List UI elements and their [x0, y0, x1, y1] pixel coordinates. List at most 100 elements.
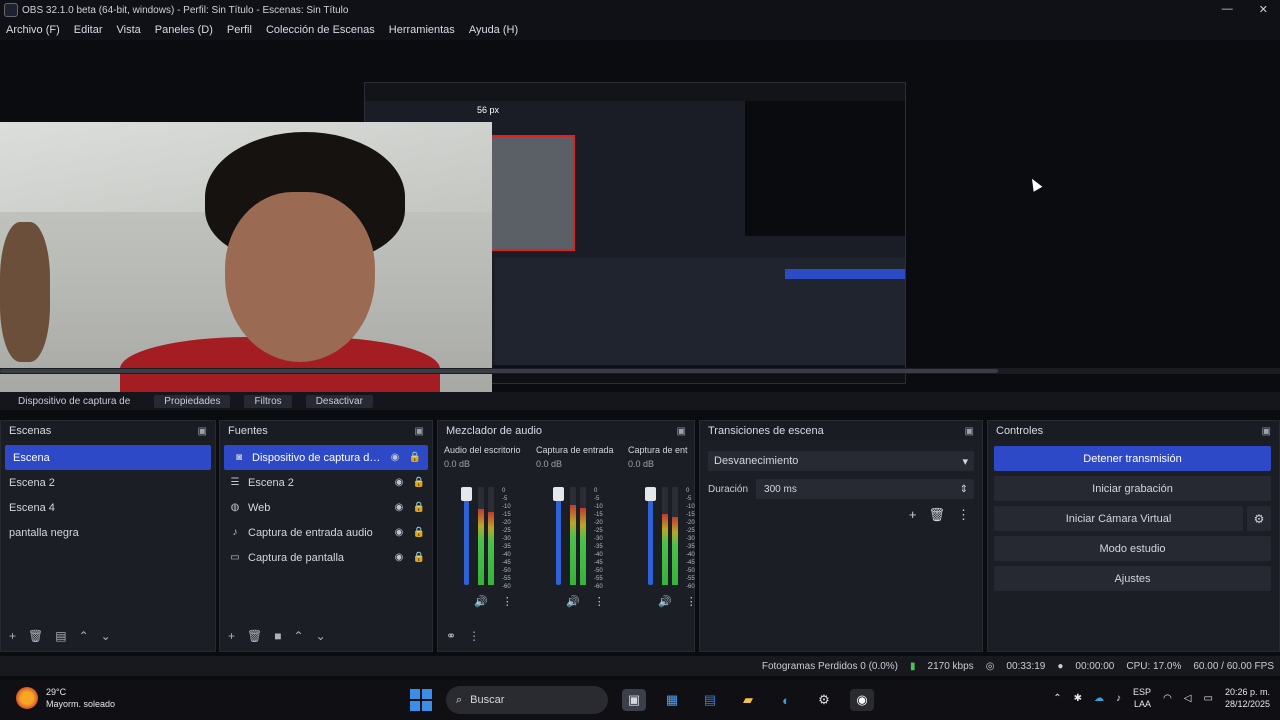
- battery-icon[interactable]: ▭: [1204, 693, 1213, 704]
- weather-widget[interactable]: 29°C Mayorm. soleado: [16, 686, 115, 710]
- source-item[interactable]: ☰ Escena 2 ◉ 🔒: [220, 470, 432, 495]
- more-icon[interactable]: ⋮: [594, 595, 605, 608]
- eye-icon[interactable]: ◉: [388, 452, 402, 463]
- bluetooth-icon[interactable]: ✱: [1074, 693, 1082, 704]
- settings-app-icon[interactable]: ⚙: [812, 689, 836, 711]
- source-item[interactable]: ▭ Captura de pantalla ◉ 🔒: [220, 545, 432, 570]
- scene-item[interactable]: Escena 4: [1, 495, 215, 520]
- task-view-icon[interactable]: ▣: [622, 689, 646, 711]
- scene-item[interactable]: Escena 2: [1, 470, 215, 495]
- clock[interactable]: 20:26 p. m. 28/12/2025: [1225, 686, 1270, 710]
- edge-icon[interactable]: ◐: [774, 689, 798, 711]
- chevron-up-icon[interactable]: ⌃: [1053, 693, 1061, 704]
- volume-icon[interactable]: ◁: [1184, 693, 1192, 704]
- cloud-icon[interactable]: ☁: [1094, 693, 1104, 704]
- preview-scrollbar[interactable]: [0, 368, 1280, 374]
- stop-streaming-button[interactable]: Detener transmisión: [994, 446, 1271, 471]
- more-icon[interactable]: ⋮: [686, 595, 697, 608]
- lock-icon[interactable]: 🔒: [412, 502, 426, 513]
- speaker-icon[interactable]: 🔊: [474, 595, 488, 608]
- wifi-icon[interactable]: ◠: [1163, 693, 1172, 704]
- properties-icon[interactable]: ■: [274, 629, 281, 643]
- trash-icon[interactable]: 🗑: [247, 629, 262, 643]
- volume-slider-handle[interactable]: [645, 487, 656, 501]
- deactivate-button[interactable]: Desactivar: [305, 394, 373, 408]
- settings-button[interactable]: Ajustes: [994, 566, 1271, 591]
- eye-icon[interactable]: ◉: [392, 527, 406, 538]
- menu-file[interactable]: Archivo (F): [6, 24, 60, 36]
- add-icon[interactable]: +: [9, 629, 16, 643]
- close-button[interactable]: ✕: [1259, 3, 1268, 16]
- lock-icon[interactable]: 🔒: [412, 477, 426, 488]
- minimize-button[interactable]: —: [1222, 3, 1233, 16]
- menu-docks[interactable]: Paneles (D): [155, 24, 213, 36]
- preview-scrollbar-thumb[interactable]: [0, 369, 998, 373]
- store-icon[interactable]: ▦: [660, 689, 684, 711]
- obs-taskbar-icon[interactable]: ◉: [850, 689, 874, 711]
- start-virtual-camera-button[interactable]: Iniciar Cámara Virtual: [994, 506, 1243, 531]
- sources-dock: Fuentes ▣ ◙ Dispositivo de captura de v …: [219, 420, 433, 652]
- volume-slider-handle[interactable]: [461, 487, 472, 501]
- lock-icon[interactable]: 🔒: [412, 527, 426, 538]
- properties-button[interactable]: Propiedades: [154, 394, 231, 408]
- add-icon[interactable]: +: [909, 507, 917, 523]
- add-icon[interactable]: +: [228, 629, 235, 643]
- trash-icon[interactable]: 🗑: [28, 629, 43, 643]
- lock-icon[interactable]: 🔒: [412, 552, 426, 563]
- eye-icon[interactable]: ◉: [392, 477, 406, 488]
- menu-help[interactable]: Ayuda (H): [469, 24, 518, 36]
- dock-menu-icon[interactable]: ▣: [1262, 426, 1271, 437]
- menu-scene-collection[interactable]: Colección de Escenas: [266, 24, 375, 36]
- link-icon[interactable]: ⚭: [446, 629, 456, 643]
- move-down-icon[interactable]: ⌄: [316, 629, 326, 643]
- duration-input[interactable]: 300 ms ⇕: [756, 479, 974, 499]
- more-icon[interactable]: ⋮: [502, 595, 513, 608]
- webcam-source[interactable]: [0, 122, 492, 396]
- scene-item[interactable]: pantalla negra: [1, 520, 215, 545]
- folder-icon[interactable]: ▰: [736, 689, 760, 711]
- scene-item[interactable]: Escena: [5, 445, 211, 470]
- more-icon[interactable]: ⋮: [468, 629, 480, 643]
- dock-menu-icon[interactable]: ▣: [965, 426, 974, 437]
- trash-icon[interactable]: 🗑: [928, 507, 945, 523]
- dock-menu-icon[interactable]: ▣: [415, 426, 424, 437]
- move-down-icon[interactable]: ⌄: [101, 629, 111, 643]
- spinner-icon[interactable]: ⇕: [960, 484, 968, 495]
- move-up-icon[interactable]: ⌃: [294, 629, 304, 643]
- eye-icon[interactable]: ◉: [392, 552, 406, 563]
- source-item[interactable]: ◙ Dispositivo de captura de v ◉ 🔒: [224, 445, 428, 470]
- start-icon[interactable]: [410, 689, 432, 711]
- weather-temp: 29°C: [46, 687, 67, 697]
- volume-slider-handle[interactable]: [553, 487, 564, 501]
- volume-slider[interactable]: [556, 487, 561, 585]
- taskbar-search[interactable]: ⌕ Buscar: [446, 686, 608, 714]
- language-indicator[interactable]: ESP LAA: [1133, 686, 1151, 710]
- meter-scale: 0 -5 -10 -15 -20 -25 -30 -35 -40 -45 -50 -55 -60: [594, 487, 603, 591]
- start-recording-button[interactable]: Iniciar grabación: [994, 476, 1271, 501]
- dock-menu-icon[interactable]: ▣: [677, 426, 686, 437]
- mixer-channel-name: Captura de entrada: [536, 445, 614, 455]
- dock-menu-icon[interactable]: ▣: [198, 426, 207, 437]
- mic-tray-icon[interactable]: ♪: [1116, 693, 1121, 704]
- word-icon[interactable]: ▤: [698, 689, 722, 711]
- lock-icon[interactable]: 🔒: [408, 452, 422, 463]
- source-item[interactable]: ◍ Web ◉ 🔒: [220, 495, 432, 520]
- filters-button[interactable]: Filtros: [244, 394, 292, 408]
- speaker-icon[interactable]: 🔊: [566, 595, 580, 608]
- menu-profile[interactable]: Perfil: [227, 24, 252, 36]
- filter-icon[interactable]: ▤: [55, 629, 66, 643]
- source-item[interactable]: ♪ Captura de entrada audio ◉ 🔒: [220, 520, 432, 545]
- menu-edit[interactable]: Editar: [74, 24, 103, 36]
- volume-slider[interactable]: [464, 487, 469, 585]
- gear-icon[interactable]: ⚙: [1247, 506, 1271, 531]
- speaker-icon[interactable]: 🔊: [658, 595, 672, 608]
- studio-mode-button[interactable]: Modo estudio: [994, 536, 1271, 561]
- transition-tools: + 🗑 ⋮: [700, 507, 970, 523]
- transition-select[interactable]: Desvanecimiento ▾: [708, 451, 974, 471]
- eye-icon[interactable]: ◉: [392, 502, 406, 513]
- move-up-icon[interactable]: ⌃: [79, 629, 89, 643]
- menu-view[interactable]: Vista: [117, 24, 141, 36]
- volume-slider[interactable]: [648, 487, 653, 585]
- menu-tools[interactable]: Herramientas: [389, 24, 455, 36]
- more-icon[interactable]: ⋮: [957, 507, 970, 523]
